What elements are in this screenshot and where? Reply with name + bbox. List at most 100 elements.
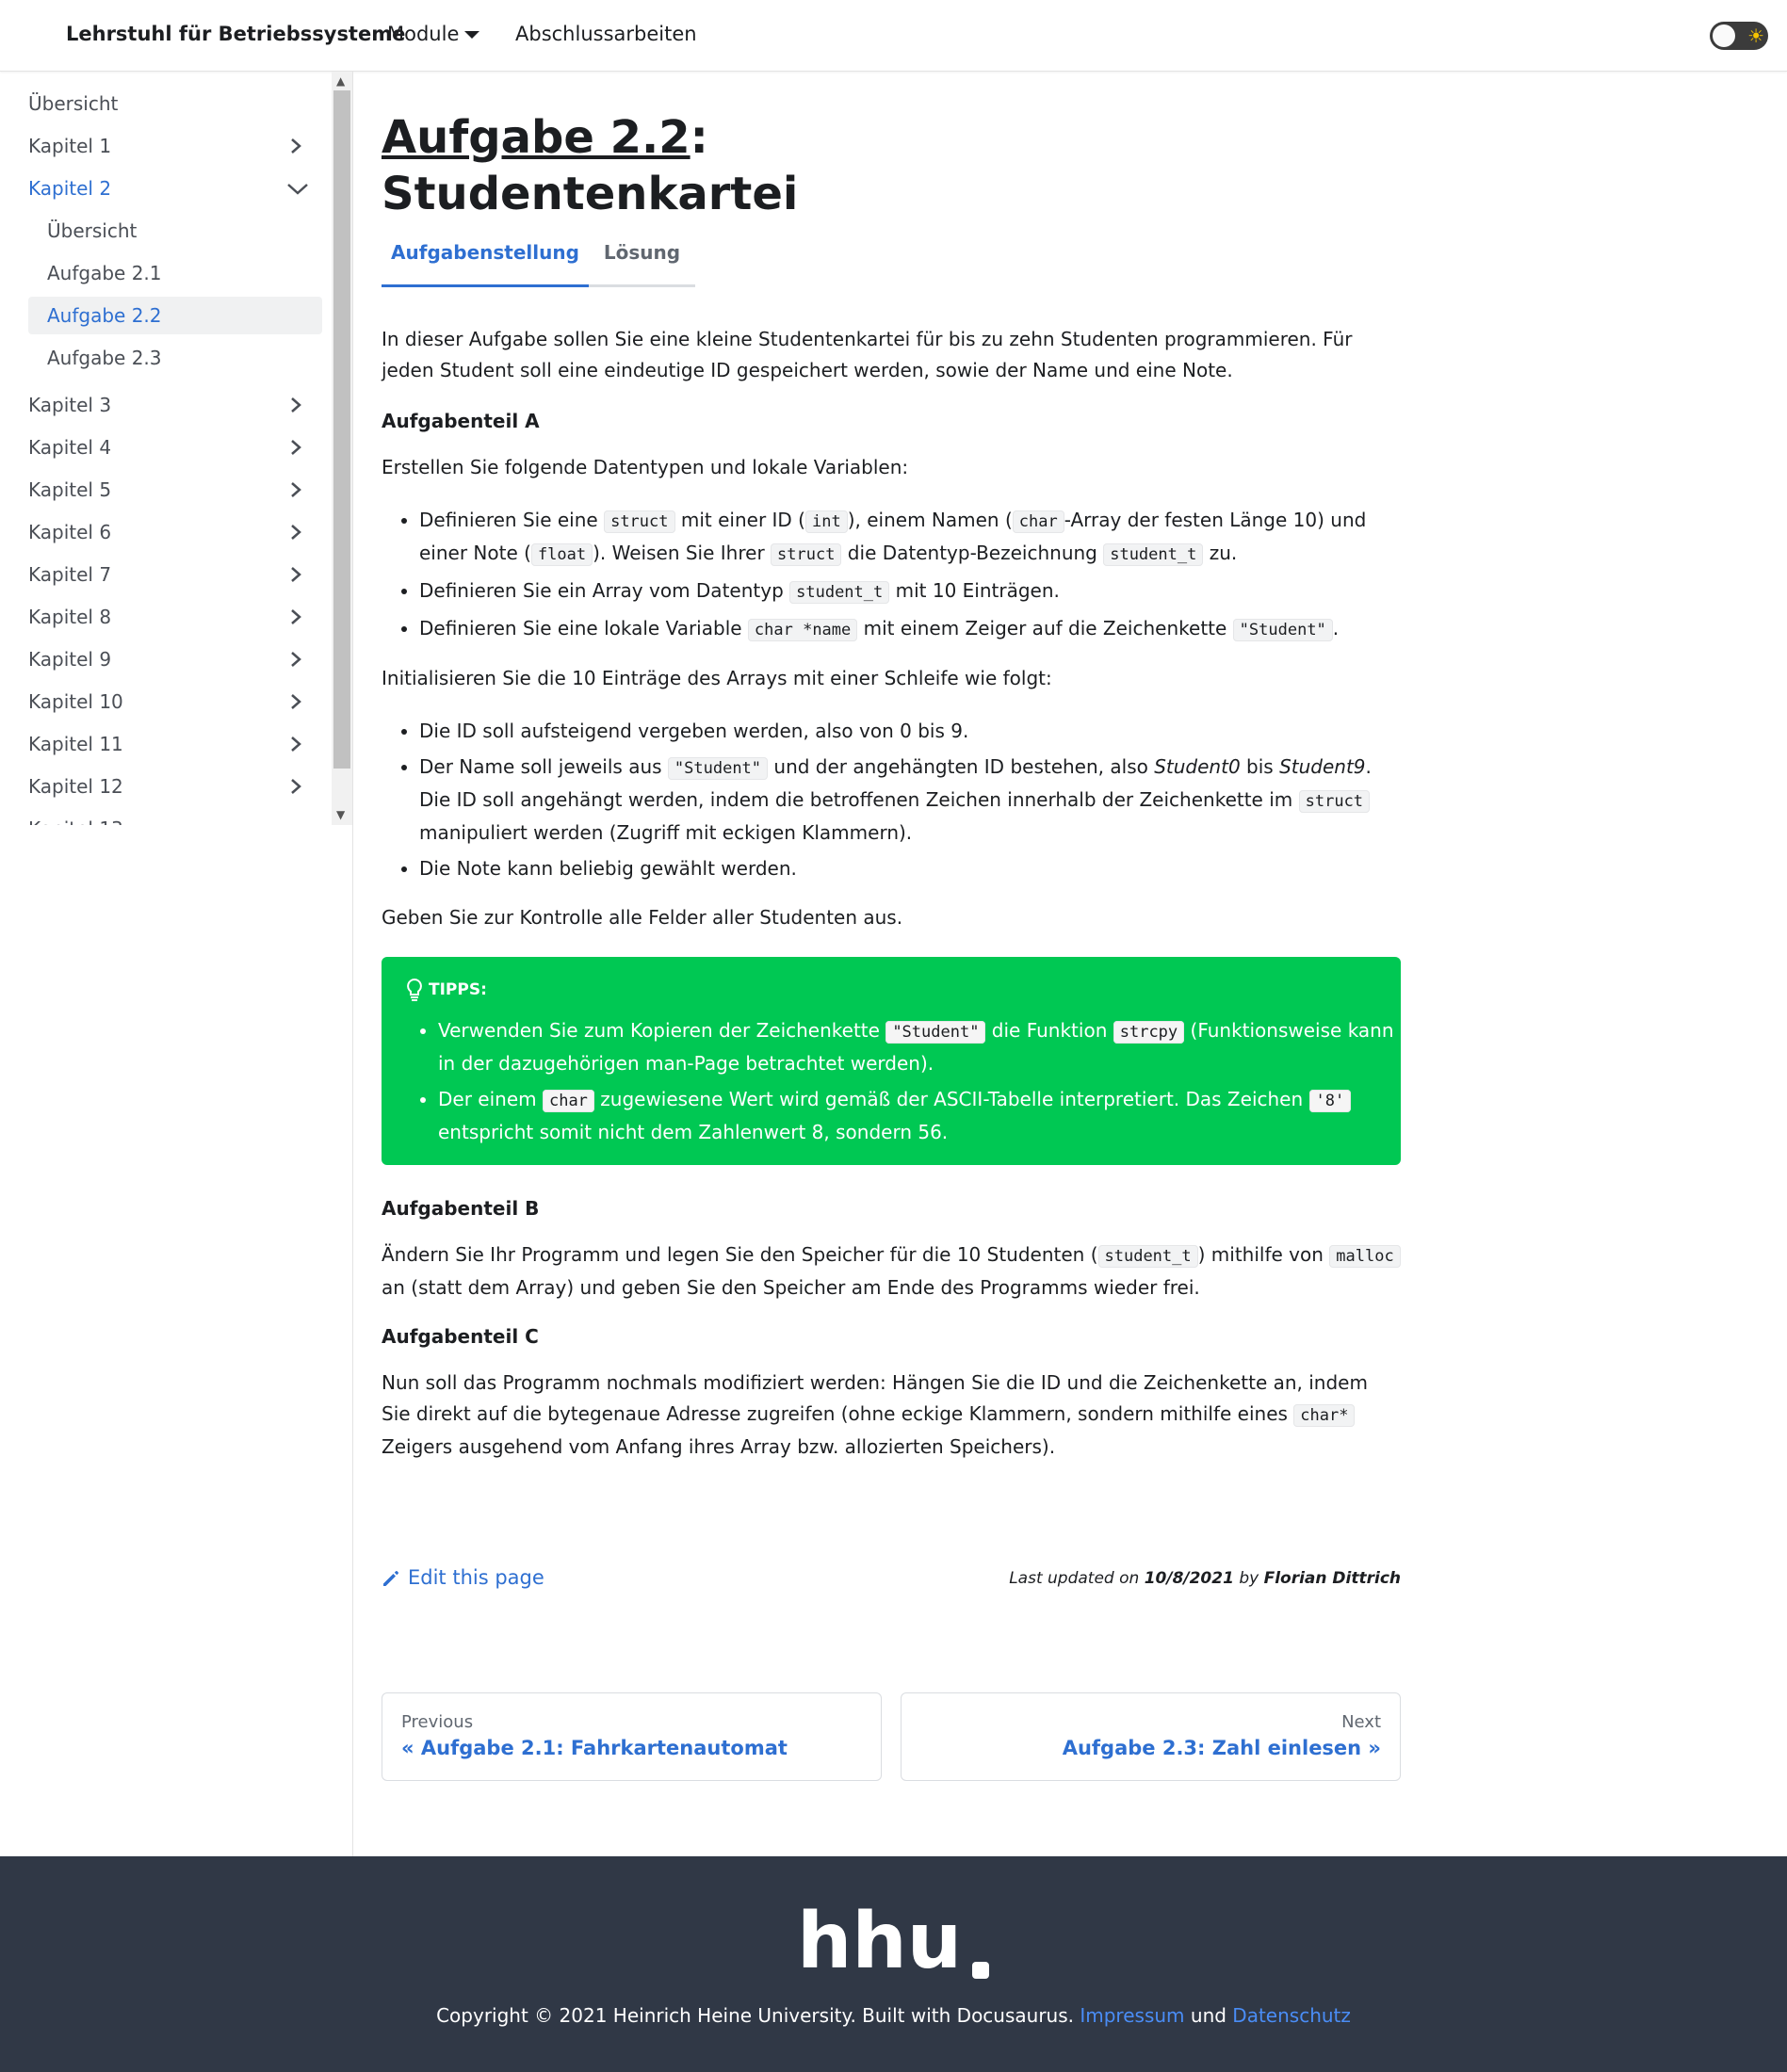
output-text: Geben Sie zur Kontrolle alle Felder alle…: [382, 906, 903, 929]
list-item: Der einem char zugewiesene Wert wird gem…: [438, 1084, 1399, 1148]
code-inline: int: [804, 510, 848, 533]
sidebar-item-kapitel-1[interactable]: Kapitel 1: [28, 127, 322, 165]
sidebar-item-kapitel-5[interactable]: Kapitel 5: [28, 471, 322, 509]
sidebar-scrollbar[interactable]: ▲ ▼: [332, 72, 352, 825]
chevron-right-icon[interactable]: [286, 127, 305, 165]
tip-box: TIPPS: Verwenden Sie zum Kopieren der Ze…: [382, 957, 1401, 1165]
title-name: Studentenkartei: [382, 168, 799, 220]
intro-paragraph: In dieser Aufgabe sollen Sie eine kleine…: [382, 328, 1353, 381]
copyright: Copyright © 2021 Heinrich Heine Universi…: [0, 2004, 1787, 2027]
sidebar: Übersicht Kapitel 1 Kapitel 2 Übersicht …: [0, 72, 353, 1856]
sidebar-item-kapitel-11[interactable]: Kapitel 11: [28, 725, 322, 763]
abschlussarbeiten-link[interactable]: Abschlussarbeiten: [515, 23, 697, 45]
next-page-link[interactable]: Next Aufgabe 2.3: Zahl einlesen »: [901, 1692, 1401, 1781]
previous-page-link[interactable]: Previous « Aufgabe 2.1: Fahrkartenautoma…: [382, 1692, 882, 1781]
pager-label: Next: [1341, 1712, 1381, 1732]
list-item: Der Name soll jeweils aus "Student" und …: [419, 752, 1408, 849]
sidebar-item-label: Kapitel 6: [28, 521, 112, 543]
chevron-right-icon[interactable]: [286, 725, 305, 763]
sidebar-item-label: Kapitel 3: [28, 394, 112, 416]
sidebar-item-label: Kapitel 4: [28, 436, 112, 459]
chevron-right-icon[interactable]: [286, 386, 305, 424]
sidebar-item-label: Aufgabe 2.2: [47, 304, 162, 327]
sidebar-menu: Übersicht Kapitel 1 Kapitel 2 Übersicht …: [0, 72, 352, 825]
code-inline: struct: [604, 510, 675, 533]
chevron-down-icon[interactable]: [286, 170, 308, 207]
brand-link[interactable]: Lehrstuhl für Betriebssysteme: [66, 23, 405, 45]
impressum-link[interactable]: Impressum: [1080, 2004, 1184, 2027]
title-colon: :: [690, 111, 708, 164]
list-item: Verwenden Sie zum Kopieren der Zeichenke…: [438, 1015, 1399, 1079]
sidebar-item-kapitel-12[interactable]: Kapitel 12: [28, 768, 322, 805]
tab-bar: Aufgabenstellung Lösung: [382, 234, 695, 287]
sidebar-item-label: Übersicht: [28, 92, 119, 115]
footer: hhu Copyright © 2021 Heinrich Heine Univ…: [0, 1856, 1787, 2072]
pager-label: Previous: [401, 1712, 474, 1732]
code-inline: float: [530, 543, 593, 566]
chevron-right-icon[interactable]: [286, 683, 305, 720]
sidebar-item-label: Aufgabe 2.1: [47, 262, 162, 284]
sun-icon: ☀: [1747, 24, 1764, 47]
part-c-text: Nun soll das Programm nochmals modifizie…: [382, 1371, 1368, 1458]
toggle-knob: [1713, 24, 1735, 47]
code-inline: "Student": [667, 757, 769, 780]
sidebar-item-label: Kapitel 9: [28, 648, 112, 671]
theme-toggle[interactable]: ☀: [1710, 22, 1768, 50]
tab-loesung[interactable]: Lösung: [589, 234, 695, 284]
sidebar-item-kapitel-4[interactable]: Kapitel 4: [28, 429, 322, 466]
sidebar-item-aufgabe-2-1[interactable]: Aufgabe 2.1: [28, 254, 322, 292]
chevron-right-icon[interactable]: [286, 556, 305, 593]
page-title: Aufgabe 2.2: Studentenkartei: [382, 109, 798, 222]
sidebar-item-kapitel-9[interactable]: Kapitel 9: [28, 640, 322, 678]
scrollbar-thumb[interactable]: [333, 90, 350, 769]
scroll-up-arrow-icon[interactable]: ▲: [336, 74, 345, 88]
chevron-right-icon[interactable]: [286, 598, 305, 636]
scroll-down-arrow-icon[interactable]: ▼: [336, 808, 345, 821]
datenschutz-link[interactable]: Datenschutz: [1232, 2004, 1351, 2027]
code-inline: "Student": [885, 1021, 986, 1044]
tab-aufgabenstellung[interactable]: Aufgabenstellung: [382, 234, 589, 287]
pager-title: Aufgabe 2.3: Zahl einlesen »: [1062, 1737, 1381, 1759]
tip-label: TIPPS:: [429, 980, 487, 999]
chevron-right-icon[interactable]: [286, 513, 305, 551]
list-item: Definieren Sie eine lokale Variable char…: [419, 613, 1408, 646]
sidebar-item-aufgabe-2-2[interactable]: Aufgabe 2.2: [28, 297, 322, 334]
part-a-list: Definieren Sie eine struct mit einer ID …: [382, 505, 1408, 651]
code-inline: "Student": [1232, 619, 1333, 641]
sidebar-item-label: Kapitel 8: [28, 606, 112, 628]
chevron-right-icon[interactable]: [286, 429, 305, 466]
sidebar-item-label: Kapitel 1: [28, 135, 112, 157]
sidebar-item-kapitel2-uebersicht[interactable]: Übersicht: [28, 212, 322, 250]
sidebar-item-kapitel-13[interactable]: Kapitel 13: [28, 810, 322, 825]
sidebar-item-label: Kapitel 10: [28, 690, 123, 713]
heading-aufgabenteil-c: Aufgabenteil C: [382, 1325, 539, 1348]
sidebar-item-label: Kapitel 7: [28, 563, 112, 586]
sidebar-item-label: Kapitel 2: [28, 177, 112, 200]
module-dropdown[interactable]: Module: [387, 23, 480, 45]
chevron-right-icon[interactable]: [286, 768, 305, 805]
code-inline: student_t: [789, 581, 890, 604]
module-label: Module: [387, 23, 460, 45]
sidebar-item-label: Kapitel 11: [28, 733, 123, 755]
sidebar-item-kapitel-7[interactable]: Kapitel 7: [28, 556, 322, 593]
init-text: Initialisieren Sie die 10 Einträge des A…: [382, 667, 1052, 689]
hhu-logo[interactable]: hhu: [797, 1897, 991, 1986]
sidebar-item-uebersicht[interactable]: Übersicht: [28, 85, 322, 122]
sidebar-item-kapitel-8[interactable]: Kapitel 8: [28, 598, 322, 636]
sidebar-item-label: Kapitel 5: [28, 478, 112, 501]
code-inline: '8': [1308, 1090, 1352, 1112]
sidebar-item-kapitel-2[interactable]: Kapitel 2: [28, 170, 322, 207]
code-inline: malloc: [1329, 1245, 1401, 1268]
chevron-right-icon[interactable]: [286, 471, 305, 509]
tip-list: Verwenden Sie zum Kopieren der Zeichenke…: [404, 1015, 1399, 1153]
und-text: und: [1184, 2004, 1233, 2027]
sidebar-item-kapitel-3[interactable]: Kapitel 3: [28, 386, 322, 424]
logo-text: hhu: [797, 1907, 962, 1983]
sidebar-item-kapitel-6[interactable]: Kapitel 6: [28, 513, 322, 551]
sidebar-item-kapitel-10[interactable]: Kapitel 10: [28, 683, 322, 720]
chevron-right-icon[interactable]: [286, 640, 305, 678]
sidebar-item-aufgabe-2-3[interactable]: Aufgabe 2.3: [28, 339, 322, 377]
sidebar-item-label: Aufgabe 2.3: [47, 347, 162, 369]
code-inline: student_t: [1103, 543, 1204, 566]
edit-this-page-link[interactable]: Edit this page: [382, 1566, 544, 1589]
